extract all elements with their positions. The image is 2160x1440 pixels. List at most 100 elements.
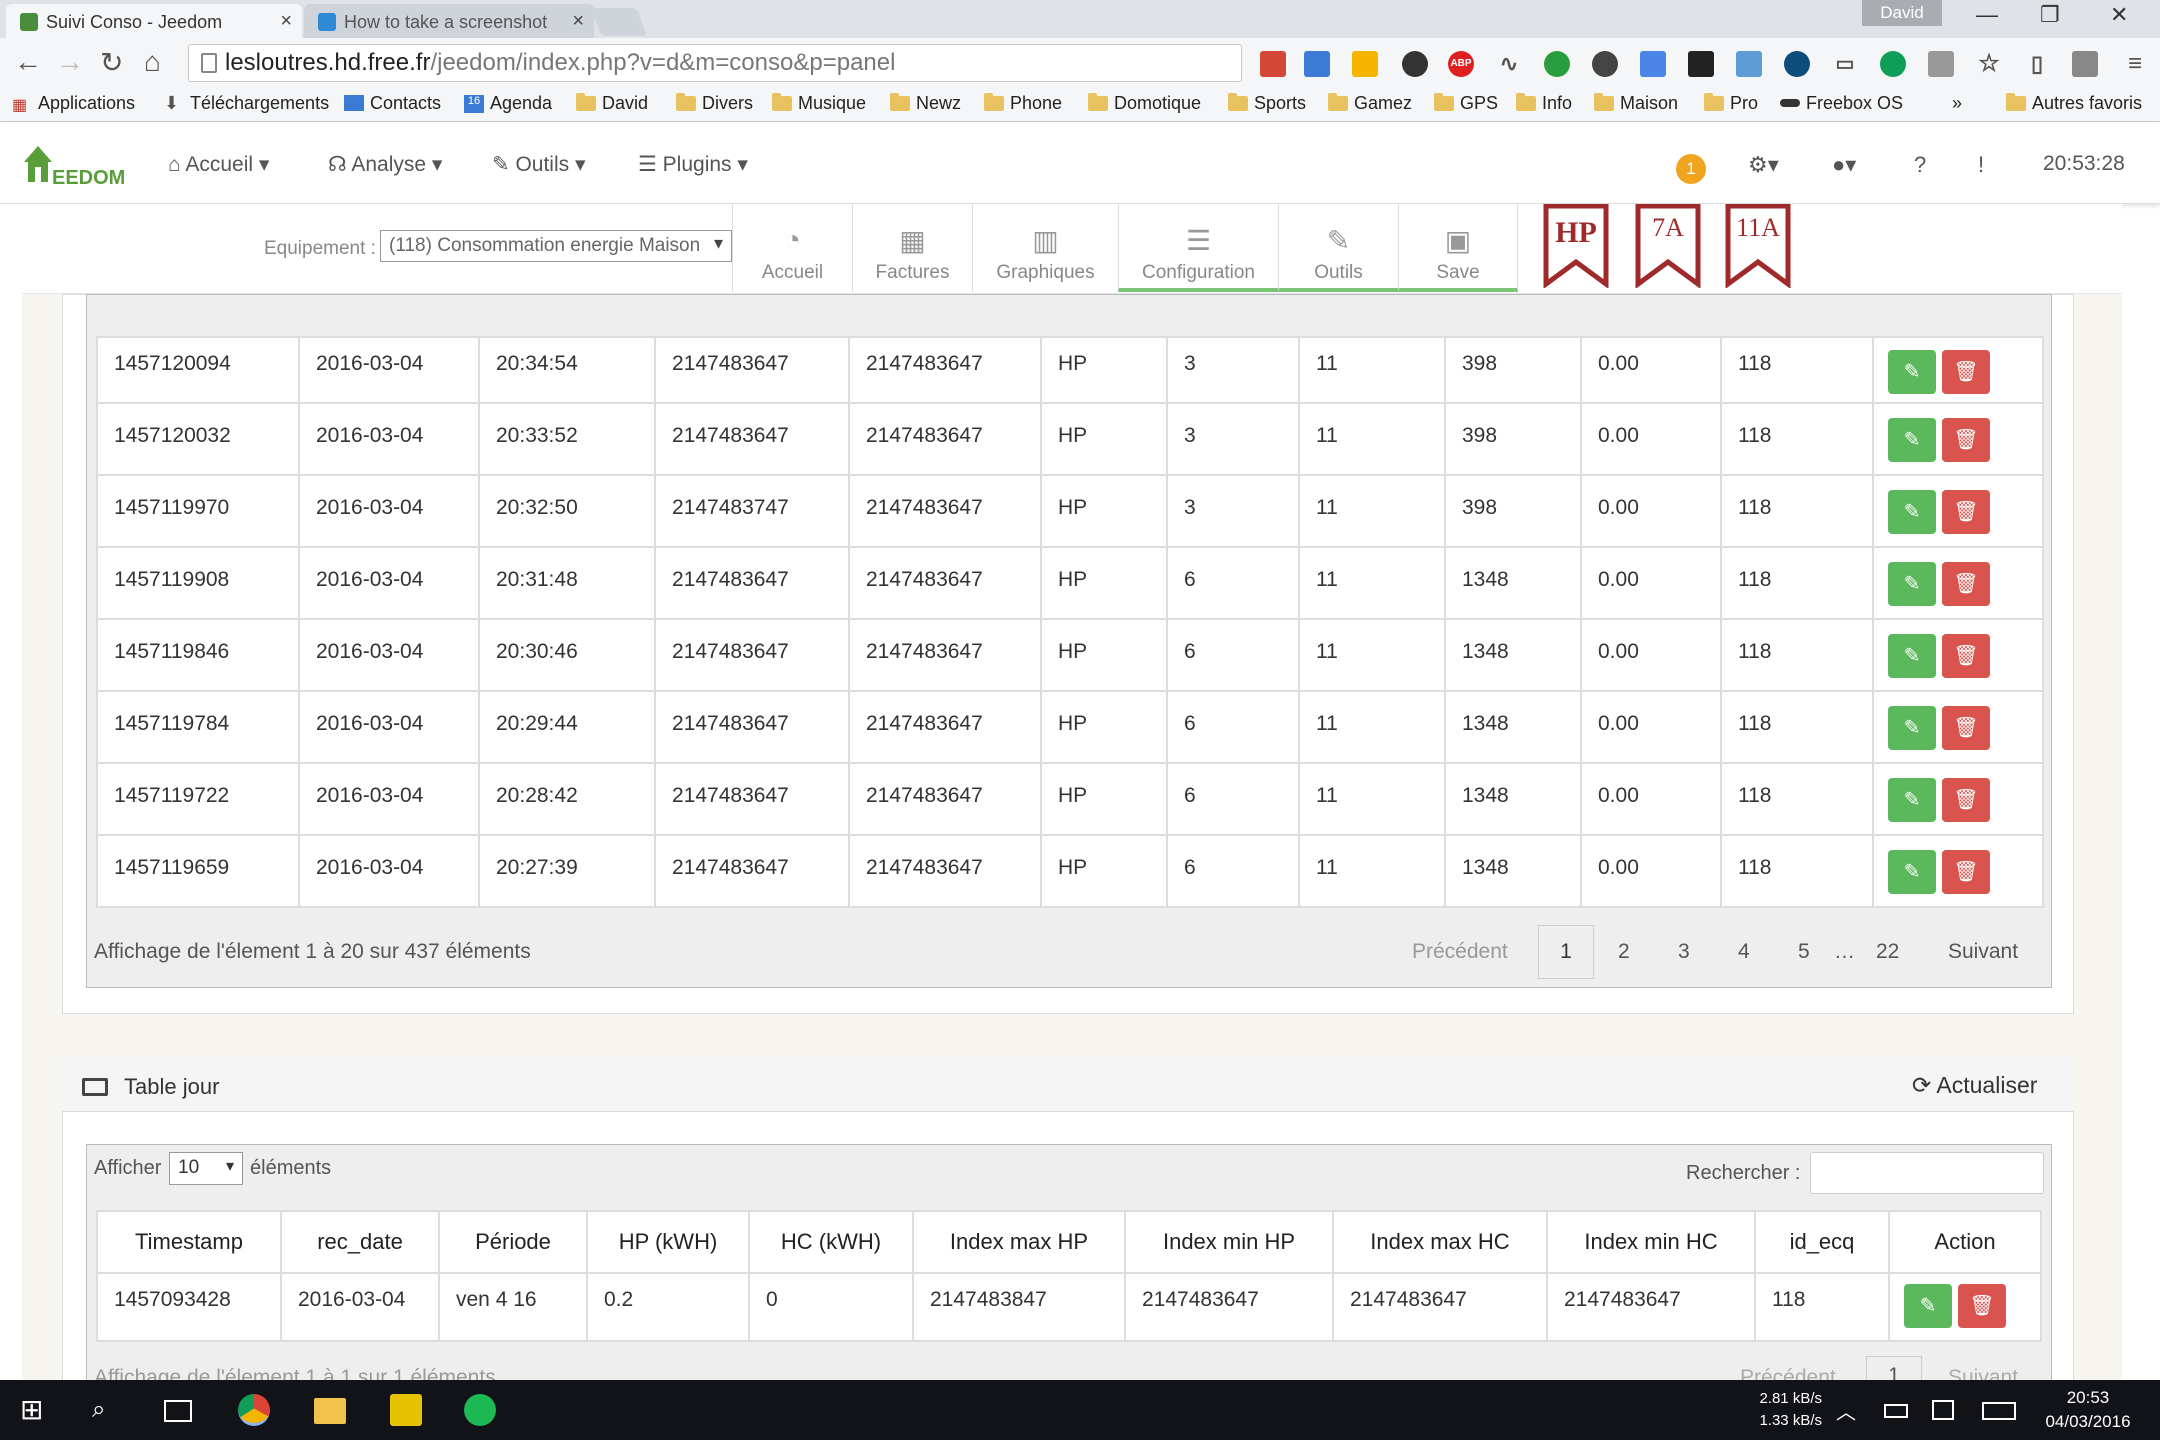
address-bar[interactable]: lesloutres.hd.free.fr/jeedom/index.php?v… xyxy=(188,44,1242,82)
bookmark-pro[interactable]: Pro xyxy=(1704,93,1758,114)
page-length-select[interactable]: 10 xyxy=(169,1152,243,1185)
file-explorer-icon[interactable] xyxy=(314,1398,346,1424)
screenshot-icon[interactable] xyxy=(1688,51,1714,77)
close-tab-icon[interactable]: × xyxy=(572,10,584,33)
column-header[interactable]: HP (kWH) xyxy=(586,1210,750,1274)
gmail-icon[interactable] xyxy=(1260,51,1286,77)
back-icon[interactable]: ← xyxy=(14,46,42,78)
edit-button[interactable]: ✎ xyxy=(1888,418,1936,462)
bookmark-applications[interactable]: ▦ Applications xyxy=(12,93,135,114)
delete-button[interactable]: 🗑 xyxy=(1942,418,1990,462)
cast-icon[interactable]: ▭ xyxy=(1832,51,1858,77)
menu-accueil[interactable]: ⌂ Accueil ▾ xyxy=(168,152,269,177)
forward-icon[interactable]: → xyxy=(56,46,84,78)
column-header[interactable]: HC (kWH) xyxy=(748,1210,914,1274)
clock-icon[interactable] xyxy=(1402,51,1428,77)
bookmark-info[interactable]: Info xyxy=(1516,93,1572,114)
bookmark-agenda[interactable]: 16 Agenda xyxy=(464,93,552,114)
tab-graphiques[interactable]: ▥ Graphiques xyxy=(972,204,1118,292)
edit-button[interactable]: ✎ xyxy=(1888,350,1936,394)
alert-icon[interactable]: ! xyxy=(1978,152,1984,178)
profile-button[interactable]: David xyxy=(1862,0,1942,26)
tab-accueil[interactable]: ◔ Accueil xyxy=(732,204,852,292)
search-input[interactable] xyxy=(1810,1152,2044,1194)
bookmark-autres-favoris[interactable]: Autres favoris xyxy=(2006,93,2142,114)
bookmark-sports[interactable]: Sports xyxy=(1228,93,1306,114)
maximize-button[interactable]: ❐ xyxy=(2040,2,2060,28)
delete-button[interactable]: 🗑 xyxy=(1942,706,1990,750)
edit-button[interactable]: ✎ xyxy=(1888,706,1936,750)
e-icon[interactable] xyxy=(1784,51,1810,77)
bookmark-david[interactable]: David xyxy=(576,93,648,114)
reload-icon[interactable]: ↻ xyxy=(100,46,123,79)
bookmark-phone[interactable]: Phone xyxy=(984,93,1062,114)
pagination-page-5[interactable]: 5 xyxy=(1798,940,1810,964)
keyboard-icon[interactable] xyxy=(1982,1402,2016,1420)
star-icon[interactable]: ☆ xyxy=(1976,51,2002,77)
delete-button[interactable]: 🗑 xyxy=(1942,778,1990,822)
bookmark-telechargements[interactable]: ⬇ Téléchargements xyxy=(164,93,329,114)
bookmark-musique[interactable]: Musique xyxy=(772,93,866,114)
bookmark-newz[interactable]: Newz xyxy=(890,93,961,114)
equipment-select[interactable]: (118) Consommation energie Maison xyxy=(380,230,732,262)
column-header[interactable]: id_ecq xyxy=(1754,1210,1890,1274)
column-header[interactable]: rec_date xyxy=(280,1210,440,1274)
pagination-page-1[interactable]: 1 xyxy=(1538,925,1594,979)
close-window-button[interactable]: ✕ xyxy=(2110,2,2128,28)
menu-plugins[interactable]: ☰ Plugins ▾ xyxy=(638,152,748,177)
pagination-page-4[interactable]: 4 xyxy=(1738,940,1750,964)
tab-suivi-conso[interactable]: Suivi Conso - Jeedom × xyxy=(6,4,302,38)
menu-outils[interactable]: ✎ Outils ▾ xyxy=(492,152,586,177)
windows-start-icon[interactable]: ⊞ xyxy=(20,1394,52,1426)
delete-button[interactable]: 🗑 xyxy=(1958,1284,2006,1328)
delete-button[interactable]: 🗑 xyxy=(1942,634,1990,678)
column-header[interactable]: Index max HP xyxy=(912,1210,1126,1274)
chrome-icon[interactable] xyxy=(238,1394,270,1426)
delete-button[interactable]: 🗑 xyxy=(1942,350,1990,394)
tab-save[interactable]: ▣ Save xyxy=(1398,204,1518,292)
search-icon[interactable]: ⌕ xyxy=(92,1394,124,1426)
pagination-prev[interactable]: Précédent xyxy=(1412,940,1508,964)
settings-gears-icon[interactable]: ⚙▾ xyxy=(1748,152,1779,178)
delete-button[interactable]: 🗑 xyxy=(1942,562,1990,606)
column-header[interactable]: Index min HC xyxy=(1546,1210,1756,1274)
pagination-page-3[interactable]: 3 xyxy=(1678,940,1690,964)
drive-icon[interactable] xyxy=(1352,51,1378,77)
menu-analyse[interactable]: ☊ Analyse ▾ xyxy=(328,152,442,177)
edit-button[interactable]: ✎ xyxy=(1888,778,1936,822)
bookmark-maison[interactable]: Maison xyxy=(1594,93,1678,114)
bookmark-contacts[interactable]: Contacts xyxy=(344,93,441,114)
edit-button[interactable]: ✎ xyxy=(1888,562,1936,606)
column-header[interactable]: Timestamp xyxy=(96,1210,282,1274)
notification-badge[interactable]: 1 xyxy=(1676,154,1706,184)
sync-icon[interactable] xyxy=(1592,51,1618,77)
new-tab-button[interactable] xyxy=(590,8,648,36)
messages-icon[interactable] xyxy=(1736,51,1762,77)
minimize-button[interactable]: — xyxy=(1976,2,1998,28)
notifications-icon[interactable] xyxy=(1932,1400,1954,1420)
column-header[interactable]: Index max HC xyxy=(1332,1210,1548,1274)
refresh-button[interactable]: ⟳ Actualiser xyxy=(1912,1072,2037,1099)
adblock-icon[interactable]: ABP xyxy=(1448,51,1474,77)
bookmark-divers[interactable]: Divers xyxy=(676,93,753,114)
help-icon[interactable]: ? xyxy=(1914,152,1926,178)
delete-button[interactable]: 🗑 xyxy=(1942,850,1990,894)
bookmarks-overflow[interactable]: » xyxy=(1944,93,1962,114)
bookmark-gamez[interactable]: Gamez xyxy=(1328,93,1412,114)
tab-factures[interactable]: ▦ Factures xyxy=(852,204,972,292)
battery-icon[interactable] xyxy=(1884,1404,1908,1418)
translate-icon[interactable] xyxy=(1640,51,1666,77)
menu-icon[interactable]: ≡ xyxy=(2122,51,2148,77)
pulse-icon[interactable]: ∿ xyxy=(1496,51,1522,77)
hangouts-icon[interactable] xyxy=(1880,51,1906,77)
layers-icon[interactable] xyxy=(1928,51,1954,77)
delete-button[interactable]: 🗑 xyxy=(1942,490,1990,534)
tab-screenshot-howto[interactable]: How to take a screenshot × xyxy=(304,4,594,38)
spotify-icon[interactable] xyxy=(464,1394,496,1426)
reader-icon[interactable]: ▯ xyxy=(2024,51,2050,77)
column-header[interactable]: Période xyxy=(438,1210,588,1274)
edit-button[interactable]: ✎ xyxy=(1904,1284,1952,1328)
pagination-page-2[interactable]: 2 xyxy=(1618,940,1630,964)
puzzle-icon[interactable] xyxy=(2072,51,2098,77)
edit-button[interactable]: ✎ xyxy=(1888,634,1936,678)
